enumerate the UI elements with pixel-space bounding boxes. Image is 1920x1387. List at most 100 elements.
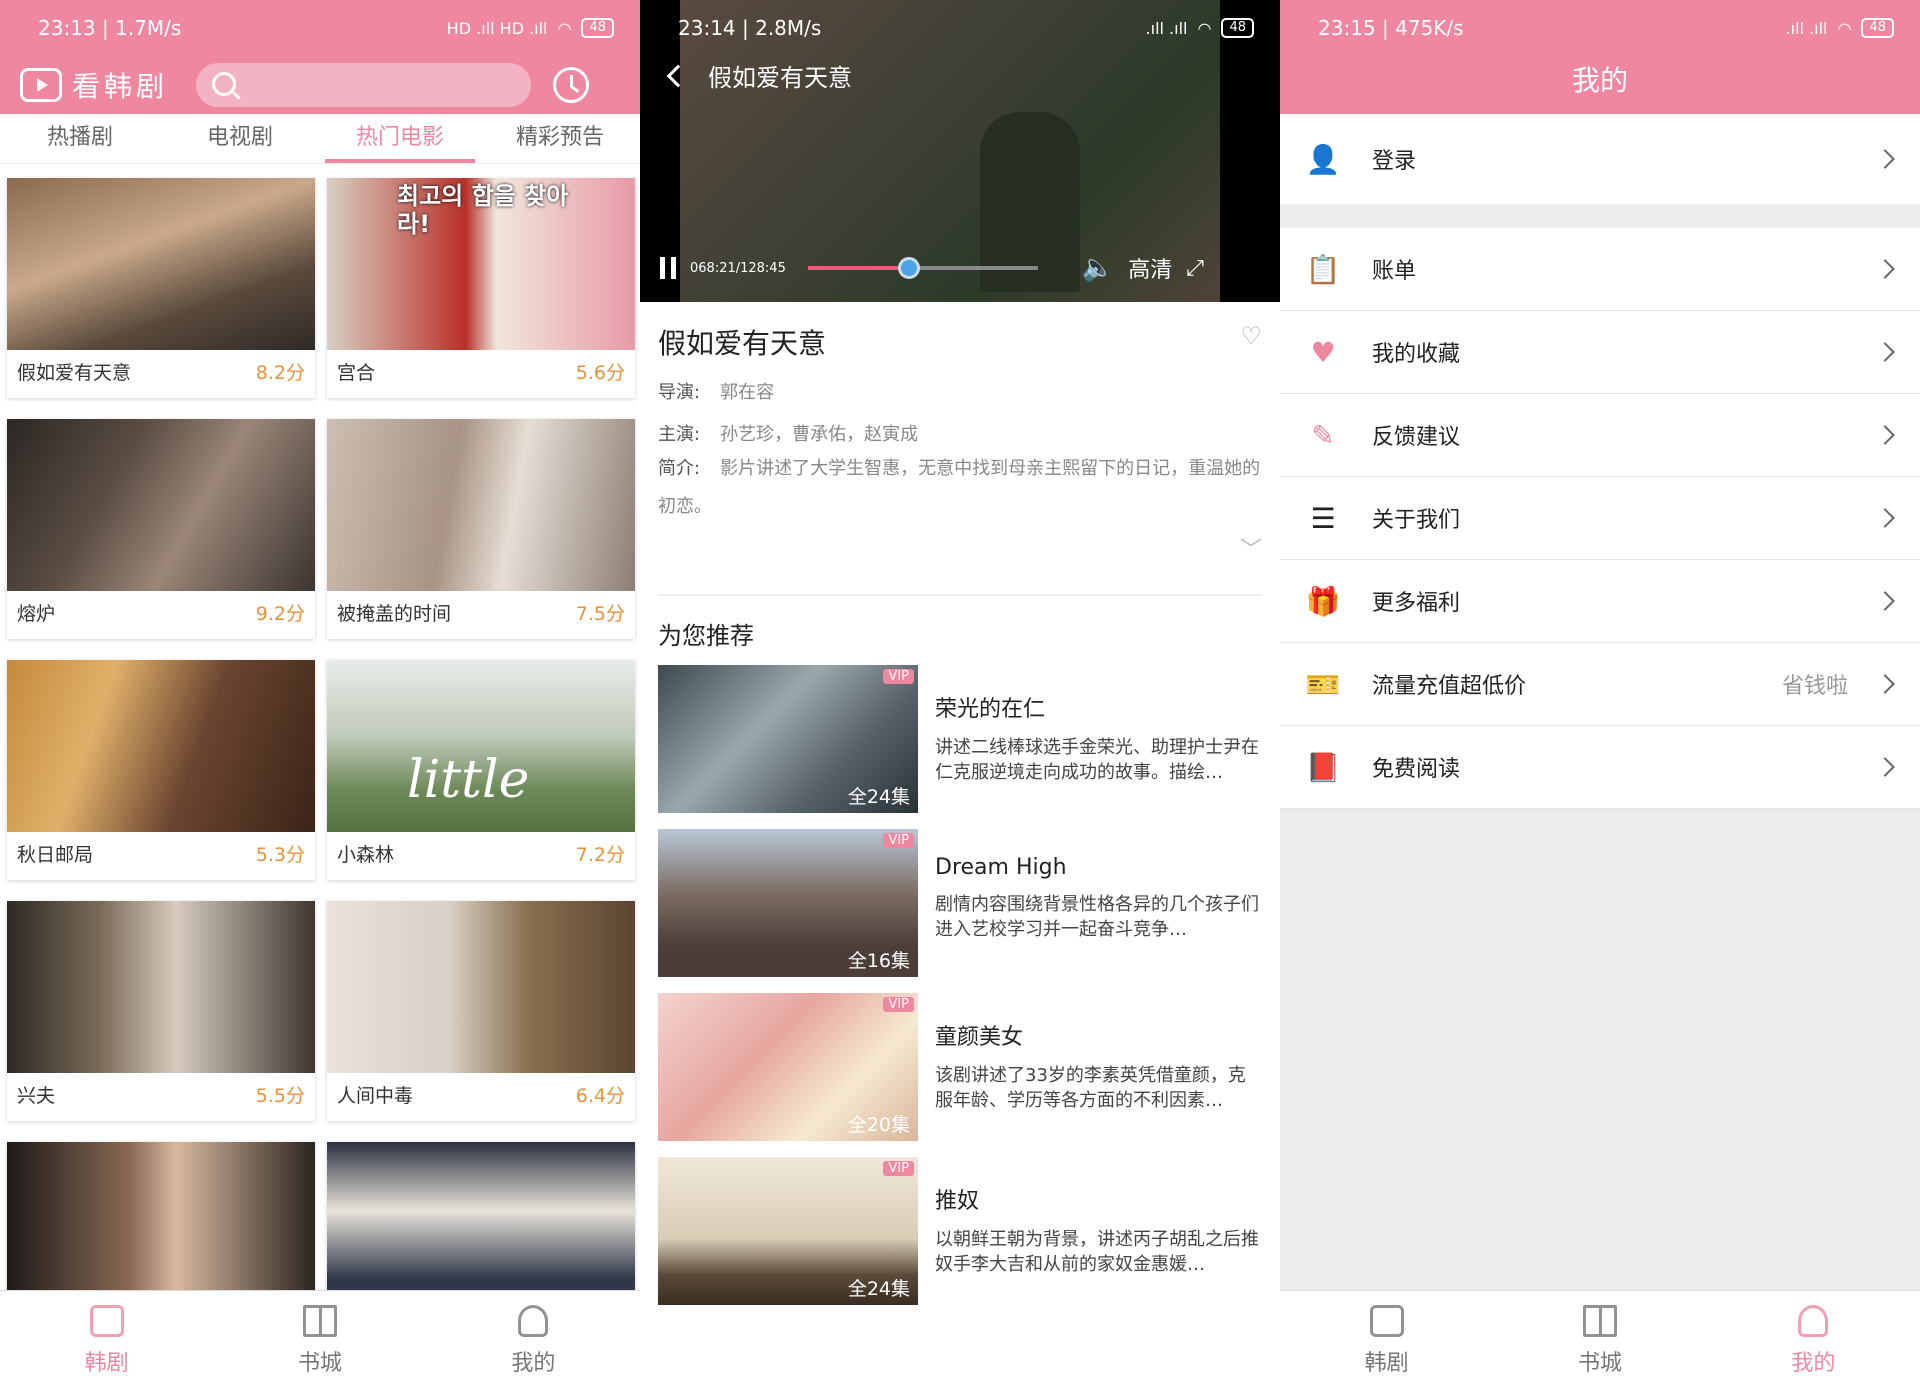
recommend-item[interactable]: VIP 全20集 童颜美女 该剧讲述了33岁的李素英凭借童颜，克服年龄、学历等各方面…	[640, 993, 1280, 1141]
video-title-bar: 假如爱有天意	[666, 58, 852, 93]
expand-icon[interactable]: ﹀	[658, 532, 1262, 564]
menu-item-bill[interactable]: 📋 账单	[1280, 228, 1920, 311]
status-bar: 23:14 | 2.8M/s .ıll .ıll ◠ 48	[640, 0, 1280, 56]
nav-mine[interactable]: 我的	[1707, 1291, 1920, 1387]
menu-item-benefits[interactable]: 🎁 更多福利	[1280, 560, 1920, 643]
page-title: 我的	[1571, 64, 1628, 97]
favorite-icon[interactable]: ♡	[1240, 322, 1262, 362]
recommend-title: 为您推荐	[658, 622, 754, 650]
cast-value: 孙艺珍，曹承佑，赵寅成	[720, 424, 919, 445]
movie-card[interactable]: 최고의 합을 찾아라! 宫合 5.6分	[327, 178, 635, 398]
recommend-item[interactable]: VIP 全24集 荣光的在仁讲述二线棒球选手金荣光、助理护士尹在仁克服逆境走向成功…	[640, 665, 1280, 813]
login-item[interactable]: 👤 登录	[1280, 114, 1920, 204]
recommend-item[interactable]: VIP 全24集 推奴 以朝鲜王朝为背景，讲述丙子胡乱之后推奴手李大吉和从前的家奴金…	[640, 1157, 1280, 1305]
quality-button[interactable]: 高清	[1128, 252, 1172, 284]
recommend-item[interactable]: VIP 全16集 Dream High 剧情内容围绕背景性格各异的几个孩子们进入艺校…	[640, 829, 1280, 977]
app-name: 看韩剧	[72, 70, 169, 103]
nav-mine[interactable]: 我的	[427, 1291, 640, 1387]
recommend-thumb: VIP 全24集	[658, 665, 918, 813]
nav-label: 韩剧	[84, 1351, 129, 1376]
menu-label: 账单	[1372, 259, 1417, 284]
movie-title: 小森林	[337, 844, 395, 866]
profile-header: 23:15 | 475K/s .ıll .ıll ◠ 48 我的	[1280, 0, 1920, 114]
signal-icon: .ıll .ıll	[1145, 18, 1188, 38]
movie-poster	[327, 901, 635, 1073]
menu-label: 关于我们	[1372, 508, 1461, 533]
login-label: 登录	[1372, 149, 1417, 174]
tab-hot-movies[interactable]: 热门电影	[320, 114, 480, 163]
heart-icon: ♥	[1310, 335, 1336, 369]
recommend-list: VIP 全24集 荣光的在仁 讲述二线棒球选手金荣光、助理护士尹在仁克服逆境走向成功…	[640, 665, 1280, 1305]
movie-card[interactable]: 熔炉 9.2分	[7, 419, 315, 639]
bottom-nav: 韩剧 书城 我的	[1280, 1290, 1920, 1387]
poster-text: little	[407, 750, 530, 810]
progress-handle[interactable]	[898, 257, 921, 279]
search-icon	[212, 72, 237, 96]
recommend-desc: 讲述二线棒球选手金荣光、助理护士尹在仁克服逆境走向成功的故事。描绘…	[935, 737, 1259, 783]
wifi-icon: ◠	[1837, 18, 1852, 38]
nav-drama[interactable]: 韩剧	[0, 1291, 213, 1387]
cast-row: 主演: 孙艺珍，曹承佑，赵寅成	[658, 420, 1262, 450]
tab-tv-series[interactable]: 电视剧	[160, 114, 320, 163]
player-screen: 23:14 | 2.8M/s .ıll .ıll ◠ 48 假如爱有天意 068:2…	[640, 0, 1280, 1387]
movie-card[interactable]: 秋日邮局 5.3分	[7, 660, 315, 880]
director-row: 导演: 郭在容	[658, 378, 1262, 408]
vip-badge: VIP	[883, 833, 914, 848]
menu-item-about[interactable]: ☰ 关于我们	[1280, 477, 1920, 560]
app-logo: 看韩剧	[20, 65, 168, 105]
message-icon: ☰	[1310, 501, 1336, 535]
movie-title: 熔炉	[17, 603, 56, 625]
book-icon	[302, 1305, 337, 1337]
movie-card[interactable]: 兴夫 5.5分	[7, 901, 315, 1121]
movie-card[interactable]: little 小森林 7.2分	[327, 660, 635, 880]
fullscreen-icon[interactable]: ⤢	[1186, 256, 1204, 281]
recommend-thumb: VIP 全20集	[658, 993, 918, 1141]
back-icon[interactable]	[666, 64, 690, 87]
video-player[interactable]: 23:14 | 2.8M/s .ıll .ıll ◠ 48 假如爱有天意 068:2…	[640, 0, 1280, 302]
menu-item-favorites[interactable]: ♥ 我的收藏	[1280, 311, 1920, 394]
movie-score: 6.4分	[575, 1085, 625, 1107]
menu-label: 免费阅读	[1372, 757, 1461, 782]
movie-title: 假如爱有天意	[658, 327, 827, 360]
episode-count: 全24集	[847, 1278, 910, 1300]
settings-menu: 📋 账单 ♥ 我的收藏 ✎ 反馈建议 ☰ 关于我们 🎁 更多福利 🎫 流量充值超低价 省钱啦 …	[1280, 228, 1920, 809]
menu-item-free-reading[interactable]: 📕 免费阅读	[1280, 726, 1920, 809]
intro-label: 简介:	[658, 458, 701, 479]
pause-icon[interactable]	[660, 257, 676, 279]
battery-icon: 48	[581, 18, 614, 38]
battery-icon: 48	[1221, 18, 1254, 38]
recommend-name: 荣光的在仁	[935, 697, 1046, 722]
profile-screen: 23:15 | 475K/s .ıll .ıll ◠ 48 我的 👤 登录 📋 账单 …	[1280, 0, 1920, 1387]
nav-drama[interactable]: 韩剧	[1280, 1291, 1493, 1387]
movie-title: 宫合	[337, 362, 376, 384]
volume-icon[interactable]: 🔈	[1082, 253, 1114, 283]
login-section: 👤 登录	[1280, 114, 1920, 204]
nav-bookstore[interactable]: 书城	[213, 1291, 426, 1387]
movie-score: 5.3分	[255, 844, 305, 866]
category-tabs: 热播剧 电视剧 热门电影 精彩预告	[0, 114, 640, 164]
intro-value: 影片讲述了大学生智惠，无意中找到母亲主熙留下的日记，重温她的初恋。	[658, 458, 1261, 517]
tab-previews[interactable]: 精彩预告	[480, 114, 640, 163]
movie-poster	[7, 660, 315, 832]
recommend-thumb: VIP 全16集	[658, 829, 918, 977]
menu-item-feedback[interactable]: ✎ 反馈建议	[1280, 394, 1920, 477]
status-bar: 23:15 | 475K/s .ıll .ıll ◠ 48	[1280, 0, 1920, 56]
movie-card[interactable]: 被掩盖的时间 7.5分	[327, 419, 635, 639]
episode-count: 全20集	[847, 1114, 910, 1136]
menu-label: 反馈建议	[1372, 425, 1461, 450]
nav-bookstore[interactable]: 书城	[1493, 1291, 1706, 1387]
chevron-right-icon	[1875, 591, 1895, 611]
movie-card[interactable]: 人间中毒 6.4分	[327, 901, 635, 1121]
book-icon	[1582, 1305, 1617, 1337]
menu-label: 流量充值超低价	[1372, 674, 1527, 699]
movie-title: 兴夫	[17, 1085, 56, 1107]
search-input[interactable]	[196, 63, 532, 107]
menu-item-data-topup[interactable]: 🎫 流量充值超低价 省钱啦	[1280, 643, 1920, 726]
progress-bar[interactable]	[807, 257, 1038, 279]
user-icon	[518, 1305, 549, 1337]
movie-card[interactable]: 假如爱有天意 8.2分	[7, 178, 315, 398]
pencil-icon: ✎	[1311, 418, 1335, 452]
history-icon[interactable]	[553, 67, 590, 103]
tab-hot-series[interactable]: 热播剧	[0, 114, 160, 163]
movie-poster	[7, 178, 315, 350]
